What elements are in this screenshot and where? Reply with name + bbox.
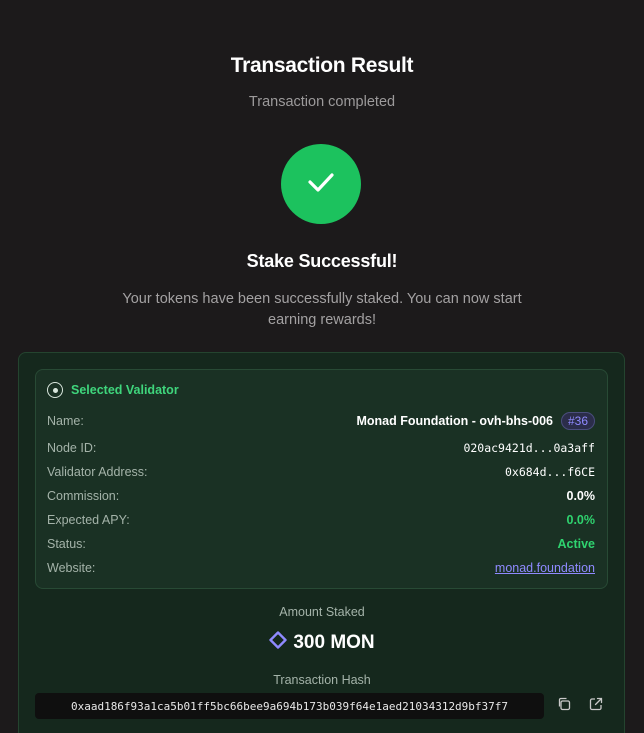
transaction-hash-label: Transaction Hash	[273, 673, 371, 687]
node-id-label: Node ID:	[47, 441, 97, 455]
validator-rank-badge: #36	[560, 412, 595, 430]
success-message: Your tokens have been successfully stake…	[122, 291, 522, 328]
check-icon	[306, 170, 336, 199]
validator-address-value: 0x684d...f6CE	[504, 465, 595, 479]
page-title: Transaction Result	[230, 54, 414, 77]
validator-address-row: Validator Address: 0x684d...f6CE	[47, 462, 595, 482]
apy-label: Expected APY:	[47, 513, 130, 527]
validator-section-title: Selected Validator	[71, 383, 179, 397]
commission-row: Commission: 0.0%	[47, 486, 595, 506]
website-label: Website:	[47, 561, 96, 575]
node-id-value: 020ac9421d...0a3aff	[463, 441, 595, 455]
amount-staked: 300 MON	[0, 631, 644, 655]
amount-staked-value: 300 MON	[293, 632, 375, 653]
website-row: Website: monad.foundation	[47, 558, 595, 578]
transaction-hash-field[interactable]: 0xaad186f93a1ca5b01ff5bc66bee9a694b173b0…	[35, 693, 544, 719]
amount-staked-label: Amount Staked	[279, 605, 365, 619]
commission-label: Commission:	[47, 489, 120, 503]
monad-diamond-icon	[269, 631, 288, 655]
validator-header: Selected Validator	[47, 382, 179, 398]
transaction-hash-value: 0xaad186f93a1ca5b01ff5bc66bee9a694b173b0…	[70, 699, 509, 713]
website-link[interactable]: monad.foundation	[495, 561, 595, 575]
apy-value: 0.0%	[566, 513, 596, 527]
status-value: Active	[557, 537, 595, 551]
target-icon	[47, 382, 63, 398]
commission-value: 0.0%	[566, 489, 596, 503]
copy-icon	[557, 697, 571, 716]
apy-row: Expected APY: 0.0%	[47, 510, 595, 530]
validator-address-label: Validator Address:	[47, 465, 148, 479]
status-label: Status:	[47, 537, 86, 551]
validator-name: Monad Foundation - ovh-bhs-006	[356, 414, 553, 428]
success-heading: Stake Successful!	[246, 251, 398, 271]
success-badge	[281, 144, 361, 224]
copy-button[interactable]	[555, 697, 573, 715]
open-explorer-button[interactable]	[587, 697, 605, 715]
node-id-row: Node ID: 020ac9421d...0a3aff	[47, 438, 595, 458]
name-label: Name:	[47, 414, 84, 428]
external-link-icon	[589, 697, 603, 716]
validator-name-row: Name: Monad Foundation - ovh-bhs-006 #36	[47, 411, 595, 431]
page-subtitle: Transaction completed	[248, 94, 396, 110]
status-row: Status: Active	[47, 534, 595, 554]
